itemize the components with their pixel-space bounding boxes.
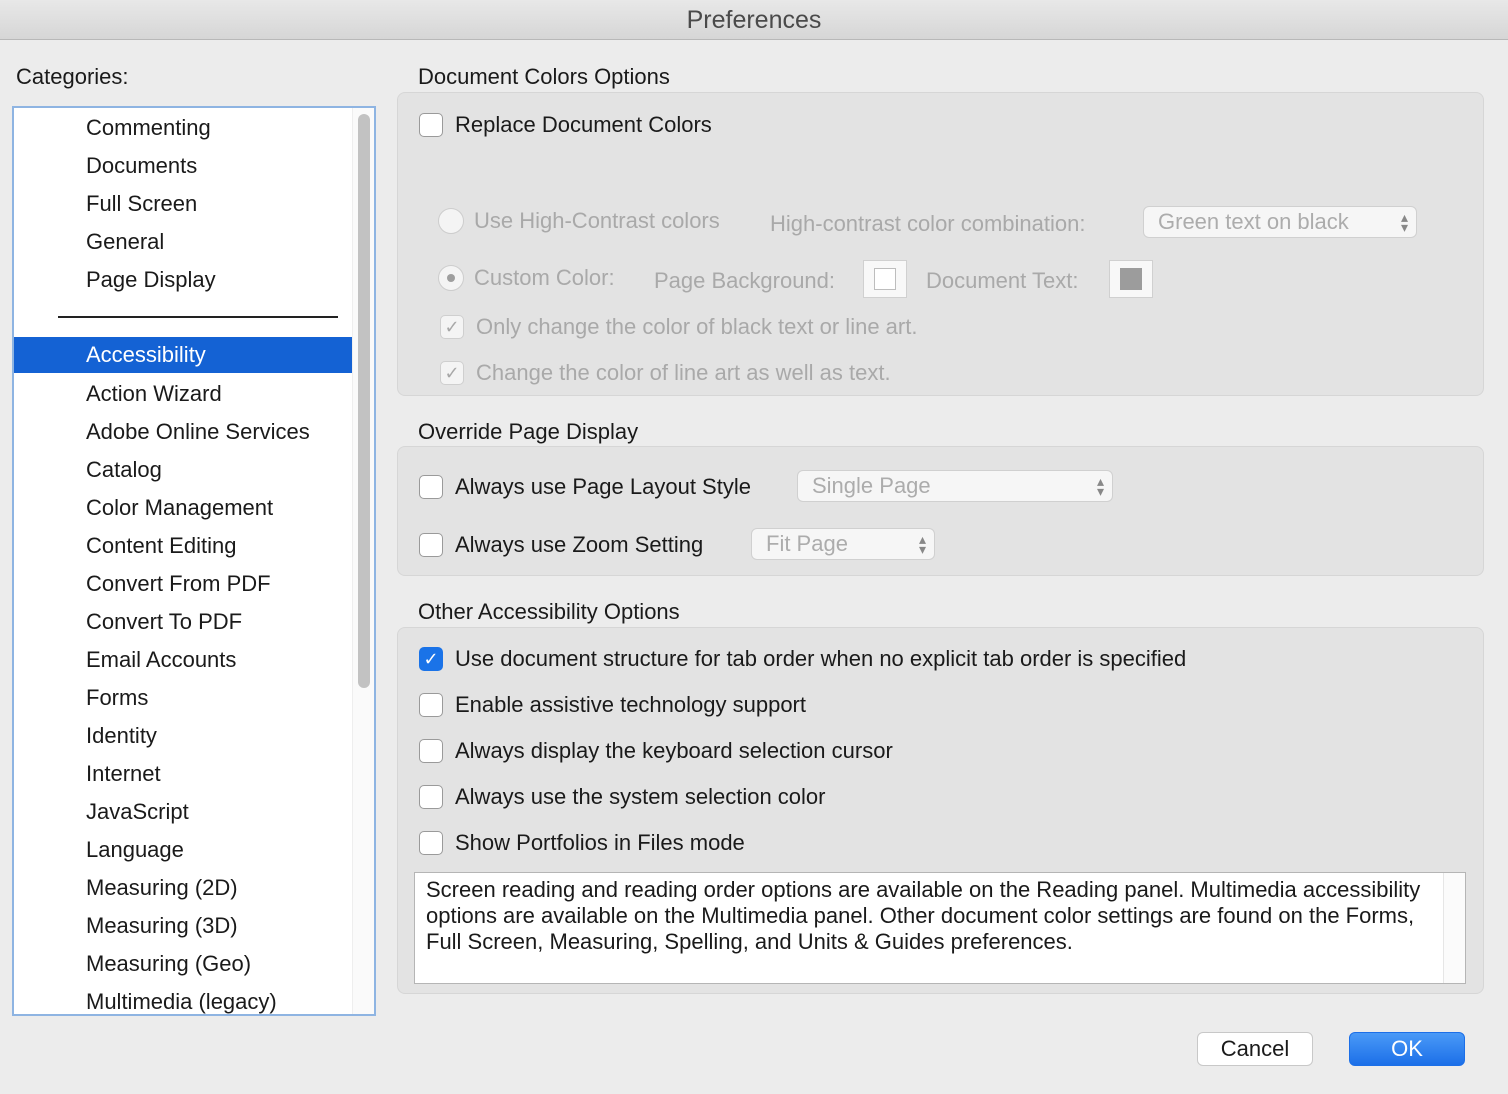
sidebar-item-commenting[interactable]: Commenting <box>14 110 352 146</box>
line-art-checkbox[interactable]: ✓ <box>440 361 464 385</box>
system-color-row[interactable]: Always use the system selection color <box>419 784 826 810</box>
sidebar-item-documents[interactable]: Documents <box>14 148 352 184</box>
page-background-swatch[interactable] <box>863 260 907 298</box>
keyboard-cursor-checkbox[interactable] <box>419 739 443 763</box>
replace-colors-row[interactable]: Replace Document Colors <box>419 112 712 138</box>
categories-label: Categories: <box>16 64 129 89</box>
document-text-label: Document Text: <box>926 268 1079 293</box>
combination-value: Green text on black <box>1158 209 1349 234</box>
sidebar-item-content-editing[interactable]: Content Editing <box>14 528 352 564</box>
sidebar-item-email-accounts[interactable]: Email Accounts <box>14 642 352 678</box>
accessibility-note: Screen reading and reading order options… <box>414 872 1466 984</box>
portfolios-row[interactable]: Show Portfolios in Files mode <box>419 830 745 856</box>
categories-list[interactable]: Commenting Documents Full Screen General… <box>12 106 376 1016</box>
doc-colors-title: Document Colors Options <box>418 64 670 89</box>
tab-order-checkbox[interactable]: ✓ <box>419 647 443 671</box>
sidebar-item-general[interactable]: General <box>14 224 352 260</box>
replace-colors-checkbox[interactable] <box>419 113 443 137</box>
sidebar-item-convert-from-pdf[interactable]: Convert From PDF <box>14 566 352 602</box>
categories-scrollbar[interactable] <box>352 108 374 1014</box>
line-art-label: Change the color of line art as well as … <box>476 360 891 385</box>
high-contrast-row[interactable]: Use High-Contrast colors <box>438 208 720 234</box>
page-layout-value: Single Page <box>812 473 931 498</box>
chevron-updown-icon: ▴ ▾ <box>1096 473 1104 499</box>
assistive-label: Enable assistive technology support <box>455 692 806 717</box>
only-black-row[interactable]: ✓ Only change the color of black text or… <box>440 314 917 340</box>
window-titlebar: Preferences <box>0 0 1508 40</box>
replace-colors-label: Replace Document Colors <box>455 112 712 137</box>
accessibility-note-text: Screen reading and reading order options… <box>426 877 1421 954</box>
sidebar-item-color-management[interactable]: Color Management <box>14 490 352 526</box>
document-text-swatch[interactable] <box>1109 260 1153 298</box>
system-color-checkbox[interactable] <box>419 785 443 809</box>
cancel-button[interactable]: Cancel <box>1197 1032 1313 1066</box>
page-layout-select[interactable]: Single Page ▴ ▾ <box>797 470 1113 502</box>
chevron-updown-icon: ▴ ▾ <box>1400 209 1408 235</box>
override-title: Override Page Display <box>418 419 639 444</box>
custom-color-label: Custom Color: <box>474 265 615 290</box>
other-title: Other Accessibility Options <box>418 599 680 624</box>
sidebar-item-language[interactable]: Language <box>14 832 352 868</box>
system-color-label: Always use the system selection color <box>455 784 826 809</box>
sidebar-item-adobe-online-services[interactable]: Adobe Online Services <box>14 414 352 450</box>
combination-select[interactable]: Green text on black ▴ ▾ <box>1143 206 1417 238</box>
sidebar-item-action-wizard[interactable]: Action Wizard <box>14 376 352 412</box>
zoom-setting-label: Always use Zoom Setting <box>455 532 704 557</box>
only-black-label: Only change the color of black text or l… <box>476 314 918 339</box>
sidebar-item-convert-to-pdf[interactable]: Convert To PDF <box>14 604 352 640</box>
keyboard-cursor-row[interactable]: Always display the keyboard selection cu… <box>419 738 893 764</box>
sidebar-item-internet[interactable]: Internet <box>14 756 352 792</box>
sidebar-item-forms[interactable]: Forms <box>14 680 352 716</box>
note-scrollbar[interactable] <box>1443 873 1465 983</box>
tab-order-label: Use document structure for tab order whe… <box>455 646 1187 671</box>
window-title: Preferences <box>686 6 822 34</box>
high-contrast-label: Use High-Contrast colors <box>474 208 720 233</box>
sidebar-item-measuring-2d[interactable]: Measuring (2D) <box>14 870 352 906</box>
portfolios-checkbox[interactable] <box>419 831 443 855</box>
chevron-updown-icon: ▴ ▾ <box>918 531 926 557</box>
custom-color-radio[interactable] <box>438 265 464 291</box>
tab-order-row[interactable]: ✓ Use document structure for tab order w… <box>419 646 1186 672</box>
sidebar-item-catalog[interactable]: Catalog <box>14 452 352 488</box>
line-art-row[interactable]: ✓ Change the color of line art as well a… <box>440 360 891 386</box>
sidebar-item-javascript[interactable]: JavaScript <box>14 794 352 830</box>
zoom-setting-checkbox[interactable] <box>419 533 443 557</box>
sidebar-item-multimedia-legacy[interactable]: Multimedia (legacy) <box>14 984 352 1014</box>
page-layout-row[interactable]: Always use Page Layout Style <box>419 474 751 500</box>
assistive-checkbox[interactable] <box>419 693 443 717</box>
page-background-label: Page Background: <box>654 268 836 293</box>
portfolios-label: Show Portfolios in Files mode <box>455 830 745 855</box>
keyboard-cursor-label: Always display the keyboard selection cu… <box>455 738 893 763</box>
ok-button[interactable]: OK <box>1349 1032 1465 1066</box>
page-layout-label: Always use Page Layout Style <box>455 474 751 499</box>
sidebar-item-full-screen[interactable]: Full Screen <box>14 186 352 222</box>
custom-color-row[interactable]: Custom Color: <box>438 265 615 291</box>
sidebar-divider <box>58 316 338 318</box>
assistive-row[interactable]: Enable assistive technology support <box>419 692 806 718</box>
page-layout-checkbox[interactable] <box>419 475 443 499</box>
zoom-setting-value: Fit Page <box>766 531 848 556</box>
sidebar-item-page-display[interactable]: Page Display <box>14 262 352 298</box>
high-contrast-radio[interactable] <box>438 208 464 234</box>
zoom-setting-select[interactable]: Fit Page ▴ ▾ <box>751 528 935 560</box>
only-black-checkbox[interactable]: ✓ <box>440 315 464 339</box>
sidebar-item-measuring-3d[interactable]: Measuring (3D) <box>14 908 352 944</box>
sidebar-item-measuring-geo[interactable]: Measuring (Geo) <box>14 946 352 982</box>
sidebar-item-identity[interactable]: Identity <box>14 718 352 754</box>
zoom-setting-row[interactable]: Always use Zoom Setting <box>419 532 703 558</box>
sidebar-item-accessibility[interactable]: Accessibility <box>14 337 352 373</box>
categories-scroll-thumb[interactable] <box>358 114 370 688</box>
combination-label: High-contrast color combination: <box>770 211 1086 236</box>
